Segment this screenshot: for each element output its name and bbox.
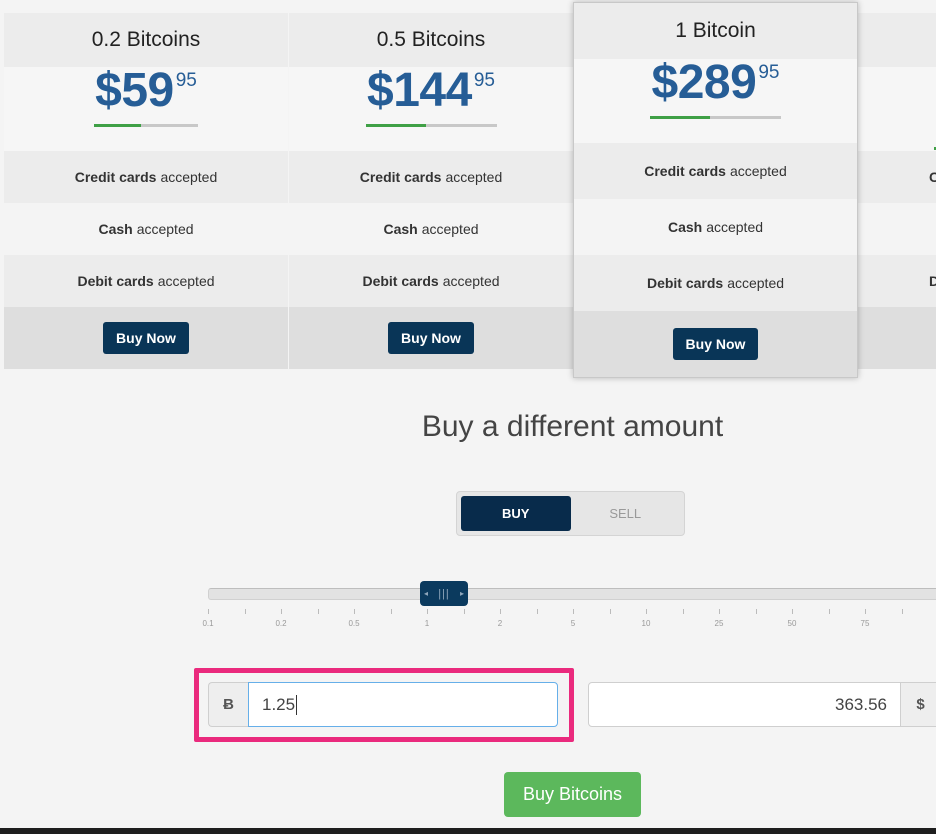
- bottom-edge: [0, 828, 936, 834]
- buy-bitcoins-button[interactable]: Buy Bitcoins: [504, 772, 641, 817]
- slider-tick: [281, 609, 282, 614]
- slider-minor-tick: [536, 609, 538, 614]
- slider-tick: [646, 609, 647, 614]
- slider-tick: [573, 609, 574, 614]
- plan-title: 1 Bitcoin: [574, 3, 857, 59]
- dollar-icon: $: [901, 682, 936, 727]
- plan-price: $59 95: [95, 64, 197, 117]
- slider-minor-tick: [244, 609, 246, 614]
- slider-tick-label: 2: [497, 619, 503, 628]
- feature-debit-cards: D: [858, 255, 936, 307]
- slider-minor-tick: [901, 609, 903, 614]
- plan-price: $144 95: [367, 64, 495, 117]
- slider-tick-label: 25: [714, 619, 724, 628]
- usd-amount-group: 363.56 $: [588, 682, 936, 727]
- slider-minor-tick: [609, 609, 611, 614]
- slider-tick: [792, 609, 793, 614]
- slider-tick-label: 0.5: [348, 619, 360, 628]
- btc-amount-input[interactable]: 1.25: [248, 682, 558, 727]
- slider-tick-label: 5: [570, 619, 576, 628]
- plan-title: 0.2 Bitcoins: [4, 13, 288, 67]
- plan-progress-bar: [650, 116, 781, 119]
- slider-minor-tick: [463, 609, 465, 614]
- buy-now-button[interactable]: Buy Now: [388, 322, 474, 354]
- slider-minor-tick: [828, 609, 830, 614]
- slider-tick-label: 10: [641, 619, 651, 628]
- slider-tick: [719, 609, 720, 614]
- bitcoin-icon: Ƀ: [208, 682, 248, 727]
- feature-debit-cards: Debit cards accepted: [574, 255, 857, 311]
- plan-card-0.5: 0.5 Bitcoins $144 95 Credit cards accepte…: [289, 13, 573, 369]
- toggle-buy[interactable]: BUY: [461, 496, 571, 531]
- arrow-right-icon: ▸: [459, 589, 464, 598]
- usd-amount-input[interactable]: 363.56: [588, 682, 901, 727]
- feature-credit-cards: Credit cards accepted: [574, 143, 857, 199]
- slider-tick: [208, 609, 209, 614]
- plan-progress-bar: [365, 124, 497, 127]
- feature-debit-cards: Debit cards accepted: [4, 255, 288, 307]
- plan-title: 0.5 Bitcoins: [289, 13, 573, 67]
- plan-card-1: 1 Bitcoin $289 95 Credit cards accepted C…: [573, 2, 858, 378]
- slider-tick-label: 1: [424, 619, 430, 628]
- feature-credit-cards: Credit cards accepted: [289, 151, 573, 203]
- feature-credit-cards: Credit cards accepted: [4, 151, 288, 203]
- feature-cash: Cash accepted: [574, 199, 857, 255]
- feature-cash: Cash accepted: [4, 203, 288, 255]
- slider-tick: [865, 609, 866, 614]
- slider-minor-tick: [390, 609, 392, 614]
- slider-tick: [354, 609, 355, 614]
- slider-tick: [500, 609, 501, 614]
- amount-slider-thumb[interactable]: ◂ ||| ▸: [420, 581, 468, 606]
- plan-card-partial: C D: [858, 13, 936, 369]
- feature-cash: Cash accepted: [289, 203, 573, 255]
- plan-progress-bar: [94, 124, 198, 127]
- slider-tick-label: 50: [787, 619, 797, 628]
- arrow-left-icon: ◂: [424, 589, 429, 598]
- buy-now-button[interactable]: Buy Now: [103, 322, 189, 354]
- slider-tick-label: 0.1: [202, 619, 214, 628]
- plan-card-0.2: 0.2 Bitcoins $59 95 Credit cards accepted…: [4, 13, 288, 369]
- slider-minor-tick: [317, 609, 319, 614]
- section-title: Buy a different amount: [421, 410, 724, 443]
- grip-icon: |||: [438, 587, 450, 600]
- feature-debit-cards: Debit cards accepted: [289, 255, 573, 307]
- slider-tick: [427, 609, 428, 614]
- toggle-sell[interactable]: SELL: [571, 496, 681, 531]
- btc-amount-group: Ƀ 1.25: [208, 682, 558, 727]
- plan-price: $289 95: [651, 56, 780, 109]
- amount-slider-track[interactable]: [208, 588, 936, 600]
- feature-credit-cards: C: [858, 151, 936, 203]
- slider-minor-tick: [682, 609, 684, 614]
- slider-tick-label: 0.2: [275, 619, 287, 628]
- slider-tick-label: 75: [860, 619, 870, 628]
- buy-sell-toggle: BUY SELL: [456, 491, 685, 536]
- buy-now-button[interactable]: Buy Now: [672, 328, 759, 360]
- slider-minor-tick: [755, 609, 757, 614]
